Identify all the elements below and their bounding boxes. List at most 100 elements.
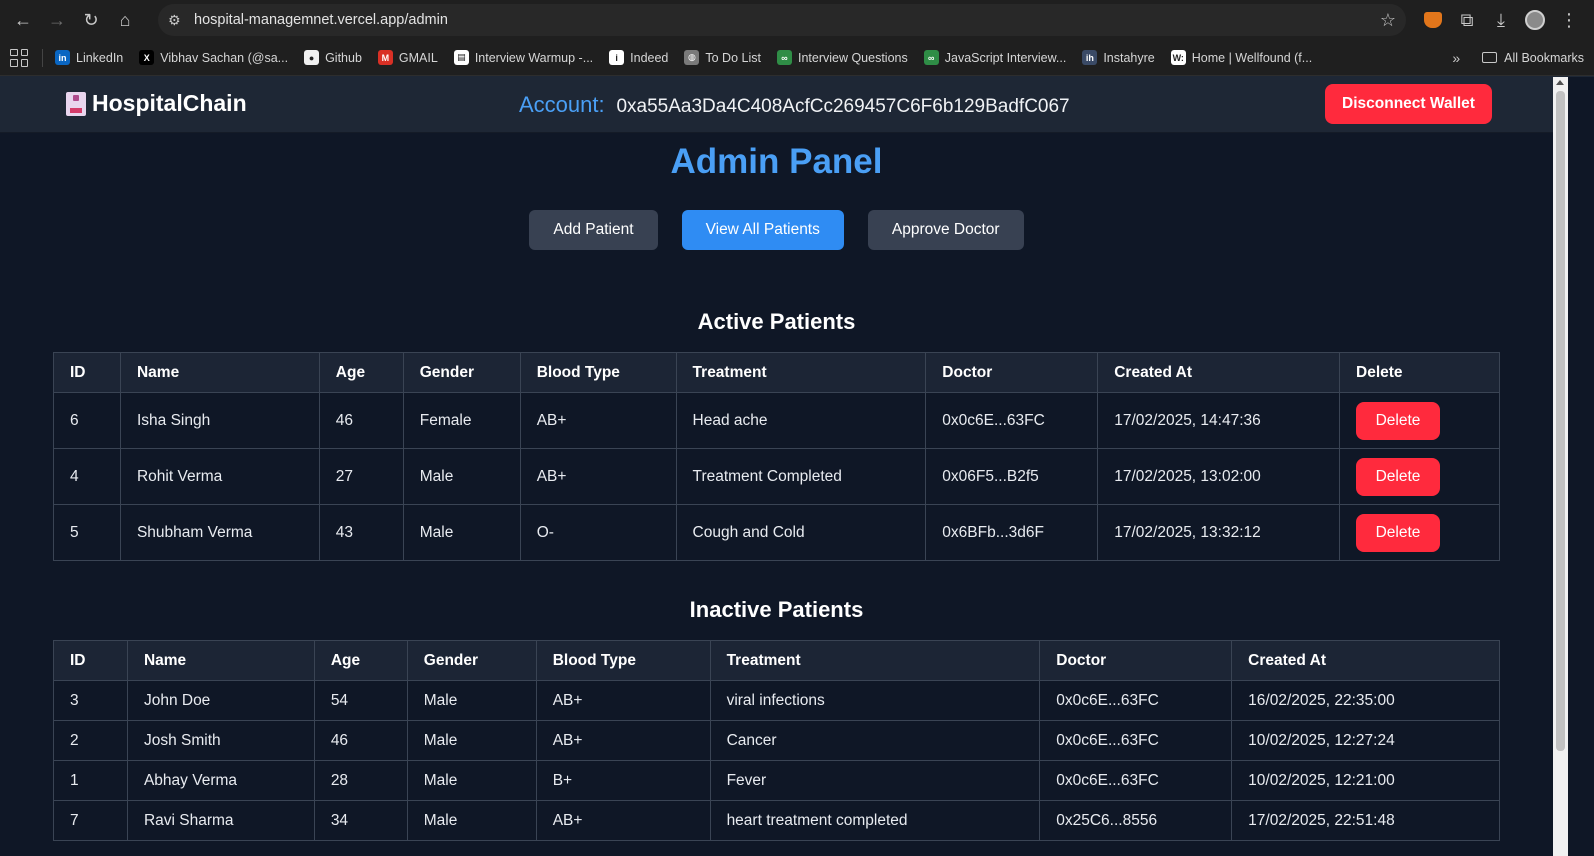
active-patients-title: Active Patients <box>697 309 856 334</box>
bookmark-item[interactable]: ◍ To Do List <box>684 50 761 65</box>
more-bookmarks-chevron-icon[interactable]: » <box>1452 50 1460 66</box>
warmup-icon: ▤ <box>453 50 469 65</box>
site-info-icon[interactable]: ⚙ <box>168 12 194 29</box>
bookmark-item[interactable]: W: Home | Wellfound (f... <box>1170 50 1312 65</box>
reload-icon[interactable]: ↻ <box>76 5 106 35</box>
bookmark-label: LinkedIn <box>76 50 124 65</box>
bookmark-label: Github <box>325 50 362 65</box>
table-row: 2 Josh Smith 46 Male AB+ Cancer 0x0c6E...63FC 1… <box>53 720 1500 761</box>
table-cell: 54 <box>313 680 408 721</box>
table-cell: 1 <box>53 760 128 801</box>
add-patient-button[interactable]: Add Patient <box>529 210 658 250</box>
column-header: ID <box>53 640 128 681</box>
table-cell: 28 <box>313 760 408 801</box>
table-cell: 46 <box>318 392 404 449</box>
table-cell: 0x6BFb...3d6F <box>925 504 1099 561</box>
wellfound-icon: W: <box>1170 50 1186 65</box>
table-cell: AB+ <box>535 680 711 721</box>
extensions-puzzle-icon[interactable]: ⧉ <box>1450 10 1484 31</box>
inactive-patients-title: Inactive Patients <box>689 597 864 622</box>
indeed-icon: i <box>609 50 625 65</box>
view-all-patients-button[interactable]: View All Patients <box>681 210 844 250</box>
table-cell: 2 <box>53 720 128 761</box>
scroll-up-arrow-icon[interactable] <box>1556 80 1564 85</box>
delete-cell: Delete <box>1339 504 1500 561</box>
bookmark-label: Interview Questions <box>797 50 908 65</box>
brand-logo[interactable]: HospitalChain <box>66 90 247 117</box>
gfg-icon: ∞ <box>923 50 939 65</box>
metamask-extension-icon[interactable] <box>1416 12 1450 28</box>
all-bookmarks-link[interactable]: All Bookmarks <box>1504 51 1584 65</box>
page-scrollbar[interactable] <box>1553 77 1568 856</box>
download-icon[interactable]: ⤓ <box>1484 10 1518 31</box>
table-cell: 7 <box>53 800 128 841</box>
x-icon: X <box>139 50 155 65</box>
column-header: Name <box>119 352 320 393</box>
table-cell: 6 <box>53 392 121 449</box>
url-text[interactable]: hospital-managemnet.vercel.app/admin <box>194 12 1380 28</box>
table-cell: Female <box>402 392 521 449</box>
bookmark-label: Instahyre <box>1103 50 1155 65</box>
scrollbar-thumb[interactable] <box>1556 91 1565 751</box>
column-header: Blood Type <box>519 352 677 393</box>
bookmark-item[interactable]: X Vibhav Sachan (@sa... <box>139 50 288 65</box>
bookmark-item[interactable]: i Indeed <box>609 50 668 65</box>
forward-arrow-icon[interactable]: → <box>42 5 72 35</box>
menu-kebab-icon[interactable]: ⋮ <box>1552 10 1586 31</box>
bookmark-label: Vibhav Sachan (@sa... <box>160 50 289 65</box>
column-header: Created At <box>1231 640 1500 681</box>
bookmark-item[interactable]: M GMAIL <box>377 50 438 65</box>
column-header: Created At <box>1097 352 1341 393</box>
table-cell: 0x06F5...B2f5 <box>925 448 1099 505</box>
account-display: Account: 0xa55Aa3Da4C408AcfCc269457C6F6b… <box>519 92 1070 118</box>
home-icon[interactable]: ⌂ <box>110 5 140 35</box>
active-patients-table: ID Name Age Gender Blood Type Treatment Doctor… <box>53 352 1500 561</box>
profile-avatar-icon[interactable] <box>1518 10 1552 30</box>
table-cell: Ravi Sharma <box>126 800 315 841</box>
bookmark-item[interactable]: ih Instahyre <box>1082 50 1155 65</box>
column-header: Gender <box>406 640 537 681</box>
bookmark-item[interactable]: ∞ Interview Questions <box>776 50 908 65</box>
account-label: Account: <box>519 92 605 117</box>
table-cell: 10/02/2025, 12:21:00 <box>1231 760 1500 801</box>
column-header: Gender <box>402 352 521 393</box>
table-cell: Fever <box>709 760 1041 801</box>
column-header: Delete <box>1339 352 1500 393</box>
delete-cell: Delete <box>1339 448 1500 505</box>
app-header: HospitalChain Account: 0xa55Aa3Da4C408Ac… <box>0 76 1594 133</box>
column-header: Age <box>313 640 408 681</box>
bookmarks-bar: in LinkedIn X Vibhav Sachan (@sa... ● Github M… <box>0 40 1594 76</box>
bookmark-item[interactable]: in LinkedIn <box>55 50 123 65</box>
table-cell: Male <box>406 760 537 801</box>
table-cell: Male <box>402 448 521 505</box>
table-cell: 43 <box>318 504 404 561</box>
back-arrow-icon[interactable]: ← <box>8 5 38 35</box>
table-cell: 0x0c6E...63FC <box>1039 760 1233 801</box>
table-cell: 0x0c6E...63FC <box>1039 720 1233 761</box>
table-cell: AB+ <box>519 448 677 505</box>
table-cell: 17/02/2025, 13:32:12 <box>1097 504 1341 561</box>
table-cell: Shubham Verma <box>119 504 320 561</box>
disconnect-wallet-button[interactable]: Disconnect Wallet <box>1325 84 1492 124</box>
table-cell: Male <box>402 504 521 561</box>
approve-doctor-button[interactable]: Approve Doctor <box>867 210 1024 250</box>
table-cell: 10/02/2025, 12:27:24 <box>1231 720 1500 761</box>
table-cell: 17/02/2025, 14:47:36 <box>1097 392 1341 449</box>
table-cell: 5 <box>53 504 121 561</box>
table-cell: Cough and Cold <box>675 504 927 561</box>
address-bar[interactable]: ⚙ hospital-managemnet.vercel.app/admin ☆ <box>158 4 1406 36</box>
bookmark-star-icon[interactable]: ☆ <box>1380 10 1396 31</box>
table-row: 1 Abhay Verma 28 Male B+ Fever 0x0c6E...63FC 10… <box>53 760 1500 801</box>
apps-grid-icon[interactable] <box>10 48 28 67</box>
bookmark-item[interactable]: ● Github <box>304 50 362 65</box>
table-cell: B+ <box>535 760 711 801</box>
table-cell: 16/02/2025, 22:35:00 <box>1231 680 1500 721</box>
delete-button[interactable]: Delete <box>1356 401 1441 440</box>
table-cell: AB+ <box>535 800 711 841</box>
bookmark-item[interactable]: ∞ JavaScript Interview... <box>923 50 1066 65</box>
delete-button[interactable]: Delete <box>1356 513 1441 552</box>
table-cell: Male <box>406 680 537 721</box>
table-cell: 17/02/2025, 22:51:48 <box>1231 800 1500 841</box>
delete-button[interactable]: Delete <box>1356 457 1441 496</box>
bookmark-item[interactable]: ▤ Interview Warmup -... <box>453 50 593 65</box>
